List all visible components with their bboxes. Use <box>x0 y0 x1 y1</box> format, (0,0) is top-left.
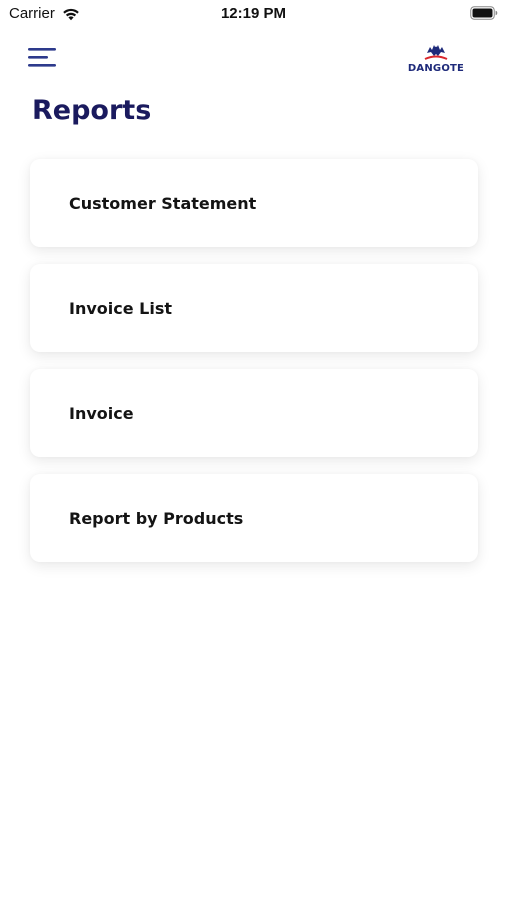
report-list: Customer Statement Invoice List Invoice … <box>30 159 478 579</box>
menu-button[interactable] <box>28 46 64 74</box>
report-card-invoice[interactable]: Invoice <box>30 369 478 457</box>
report-label: Report by Products <box>69 508 244 528</box>
report-card-report-by-products[interactable]: Report by Products <box>30 474 478 562</box>
dangote-logo: DANGOTE <box>403 44 469 78</box>
report-card-invoice-list[interactable]: Invoice List <box>30 264 478 352</box>
status-bar: Carrier 12:19 PM <box>0 0 507 28</box>
reports-screen: Carrier 12:19 PM DANGOTE Reports Custome… <box>0 0 507 900</box>
status-time: 12:19 PM <box>220 5 287 22</box>
report-label: Invoice <box>69 403 134 423</box>
report-label: Invoice List <box>69 298 173 318</box>
logo-text: DANGOTE <box>407 63 465 74</box>
battery-icon <box>470 6 498 20</box>
report-card-customer-statement[interactable]: Customer Statement <box>30 159 478 247</box>
hamburger-menu-icon <box>28 47 58 74</box>
report-label: Customer Statement <box>69 193 257 213</box>
page-title: Reports <box>32 95 152 126</box>
